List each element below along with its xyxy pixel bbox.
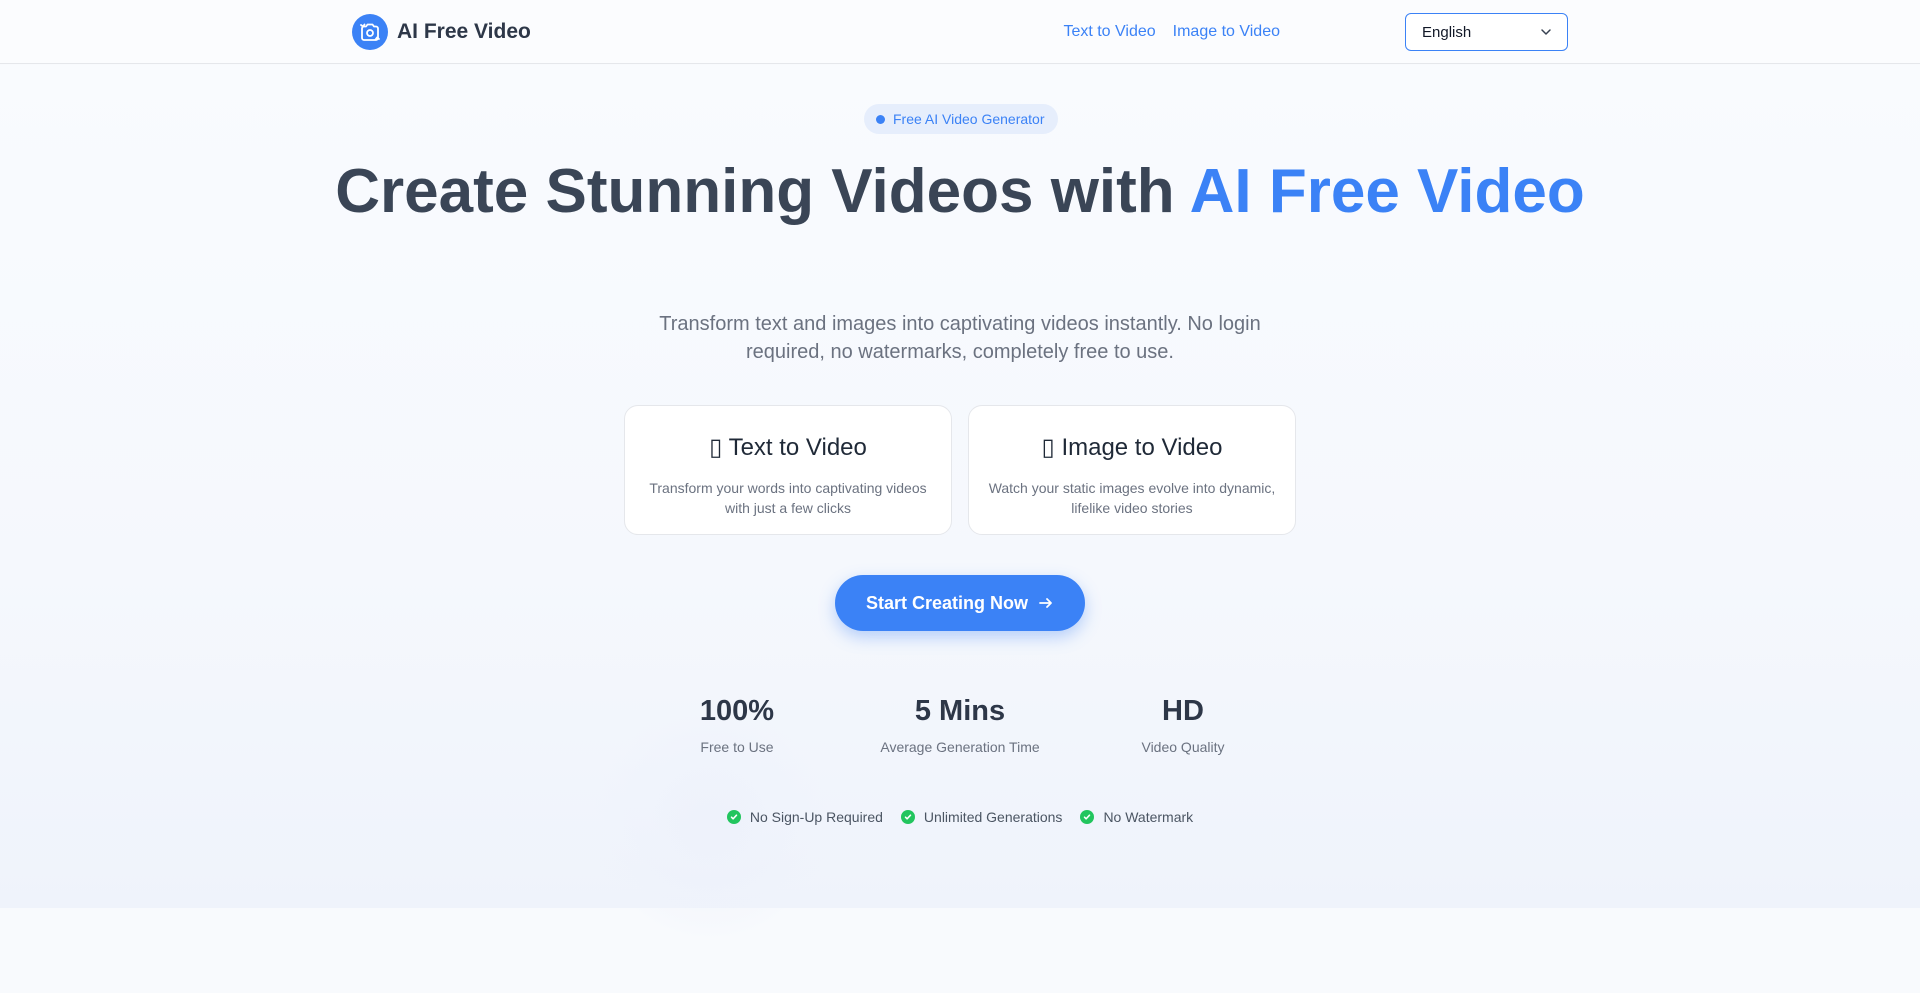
start-creating-label: Start Creating Now [865, 592, 1029, 613]
language-select[interactable]: English [1405, 13, 1568, 51]
feature-label: Unlimited Generations [923, 809, 1063, 825]
chevron-down-icon [1541, 29, 1551, 35]
card-description: Watch your static images evolve into dyn… [988, 480, 1276, 516]
language-select-value: English [1422, 23, 1472, 41]
dot-icon [876, 114, 885, 124]
stat-label: Video Quality [1141, 739, 1225, 755]
check-circle-icon [900, 810, 915, 824]
hero-headline-highlight: AI Free Video [1189, 157, 1585, 226]
feature-checklist: No Sign-Up Required Unlimited Generation… [0, 807, 1920, 827]
stat-value: HD [1162, 695, 1204, 727]
feature-card-image-to-video[interactable]: ▯ Image to Video Watch your static image… [968, 405, 1296, 535]
brand-logo-link[interactable]: AI Free Video [352, 14, 531, 50]
arrow-right-icon [1039, 598, 1052, 608]
feature-label: No Watermark [1103, 809, 1194, 825]
feature-item: No Sign-Up Required [726, 807, 883, 827]
brand-name: AI Free Video [397, 20, 531, 43]
stat-label: Average Generation Time [880, 739, 1040, 755]
hero-badge-label: Free AI Video Generator [893, 111, 1045, 127]
hero-subtitle: Transform text and images into captivati… [659, 313, 1261, 363]
stat-generation-time: 5 Mins Average Generation Time [840, 693, 1080, 755]
feature-label: No Sign-Up Required [749, 809, 883, 825]
start-creating-button[interactable]: Start Creating Now [835, 575, 1085, 631]
camera-flip-icon [352, 14, 388, 50]
card-description: Transform your words into captivating vi… [649, 480, 927, 516]
card-title-text: Text to Video [728, 434, 867, 461]
card-title-text: Image to Video [1061, 434, 1223, 461]
feature-item: Unlimited Generations [900, 807, 1063, 827]
stat-video-quality: HD Video Quality [1063, 693, 1303, 755]
hero-badge: Free AI Video Generator [864, 104, 1058, 134]
card-glyph: ▯ [1041, 434, 1055, 461]
stat-value: 100% [699, 695, 775, 727]
stat-value: 5 Mins [914, 695, 1006, 727]
stat-label: Free to Use [700, 739, 774, 755]
nav-link-image-to-video[interactable]: Image to Video [1173, 23, 1280, 41]
nav-link-text-to-video[interactable]: Text to Video [1063, 23, 1155, 41]
card-glyph: ▯ [709, 434, 723, 461]
main-nav: Text to Video Image to Video [1063, 0, 1280, 64]
card-title: ▯ Image to Video [969, 433, 1295, 463]
stat-free: 100% Free to Use [617, 693, 857, 755]
check-circle-icon [1080, 810, 1095, 824]
site-header: AI Free Video Text to Video Image to Vid… [0, 0, 1920, 64]
hero-headline: Create Stunning Videos with AI Free Vide… [0, 161, 1920, 223]
feature-card-text-to-video[interactable]: ▯ Text to Video Transform your words int… [624, 405, 952, 535]
card-title: ▯ Text to Video [625, 433, 951, 463]
feature-item: No Watermark [1080, 807, 1193, 827]
check-circle-icon [726, 810, 741, 824]
hero-headline-main: Create Stunning Videos with [335, 157, 1190, 226]
